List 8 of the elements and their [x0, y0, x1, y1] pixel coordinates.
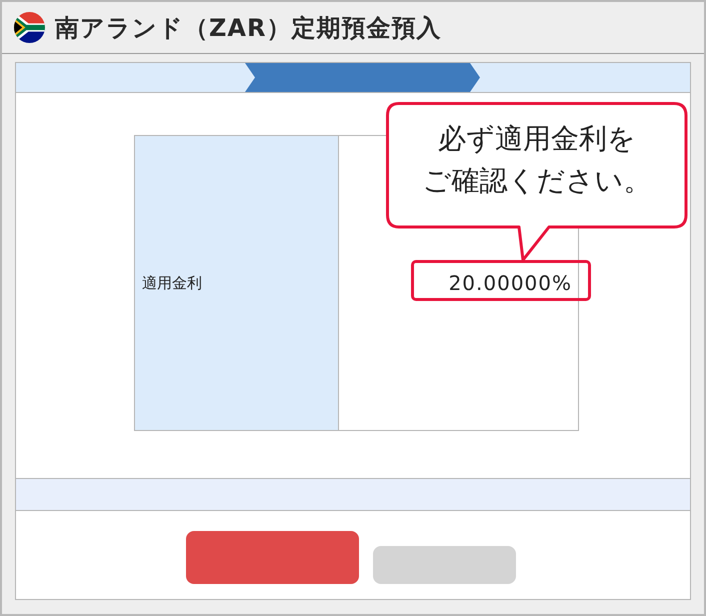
page-title: 南アランド（ZAR）定期預金預入	[55, 12, 442, 44]
rate-value: 20.00000%	[448, 271, 572, 295]
label-cell: 適用金利	[135, 136, 339, 430]
callout-text: 必ず適用金利を	[438, 121, 636, 157]
primary-button[interactable]	[186, 531, 359, 584]
flag-icon	[14, 12, 45, 43]
callout-text: ご確認ください。	[422, 163, 652, 199]
secondary-button[interactable]	[373, 546, 516, 584]
